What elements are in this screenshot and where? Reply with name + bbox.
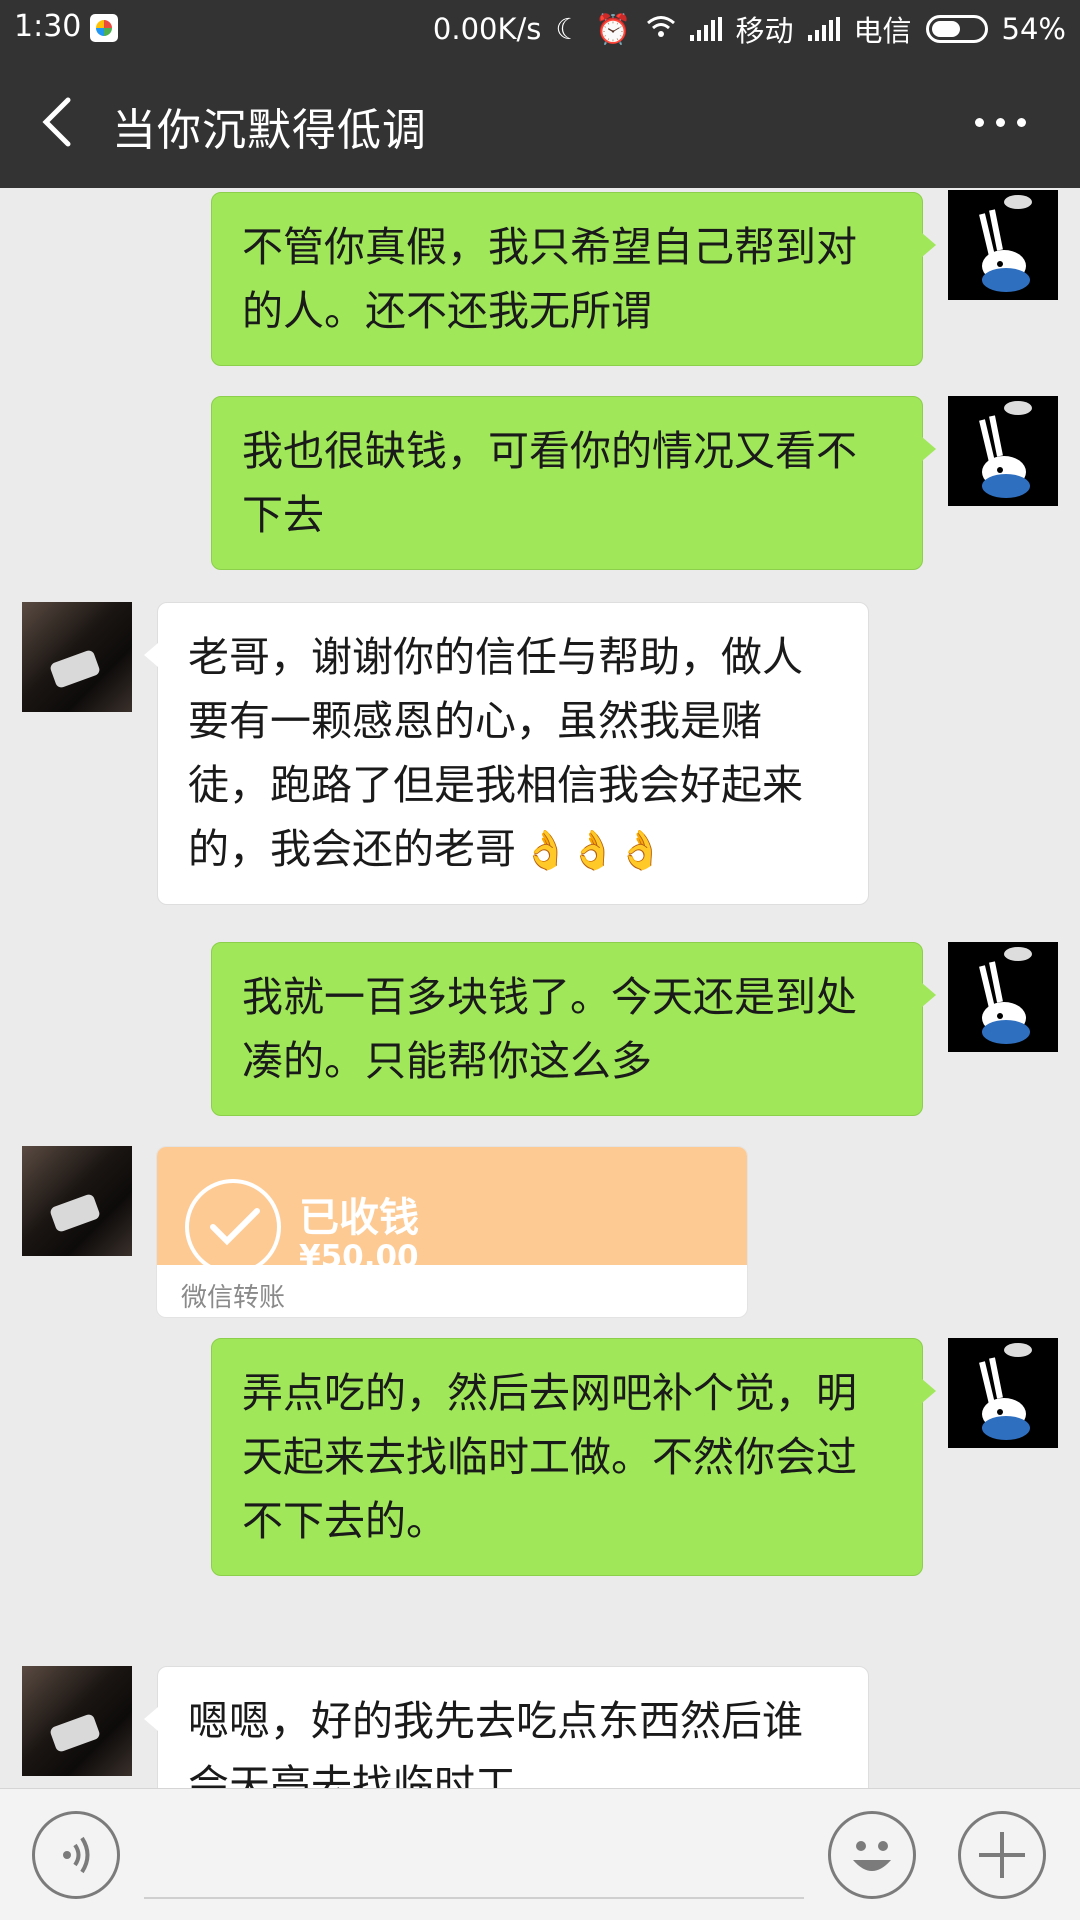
avatar-self[interactable]: [948, 1338, 1058, 1448]
chat-title: 当你沉默得低调: [112, 105, 427, 156]
message-text: 老哥，谢谢你的信任与帮助，做人要有一颗感恩的心，虽然我是赌徒，跑路了但是我相信我…: [188, 633, 803, 873]
check-icon: [185, 1179, 281, 1275]
transfer-label: 微信转账: [181, 1283, 286, 1313]
status-time: 1:30: [14, 9, 82, 44]
voice-icon[interactable]: [32, 1811, 120, 1899]
battery-level: 54%: [1001, 12, 1066, 46]
avatar-self[interactable]: [948, 942, 1058, 1052]
input-bar: [0, 1788, 1080, 1920]
message-outgoing[interactable]: 弄点吃的，然后去网吧补个觉，明天起来去找临时工做。不然你会过不下去的。: [211, 1338, 936, 1576]
message-outgoing[interactable]: 不管你真假，我只希望自己帮到对的人。还不还我无所谓: [211, 192, 936, 366]
emoji-icon[interactable]: [828, 1811, 916, 1899]
message-incoming[interactable]: 老哥，谢谢你的信任与帮助，做人要有一颗感恩的心，虽然我是赌徒，跑路了但是我相信我…: [144, 602, 869, 905]
message-outgoing[interactable]: 我也很缺钱，可看你的情况又看不下去: [211, 396, 936, 570]
avatar-contact[interactable]: [22, 602, 132, 712]
signal-icon-2: [807, 17, 840, 41]
avatar-self[interactable]: [948, 396, 1058, 506]
ok-hand-emoji-icon: 👌👌👌: [522, 828, 664, 872]
transfer-amount: ¥50.00: [299, 1239, 419, 1275]
message-outgoing[interactable]: 我就一百多块钱了。今天还是到处凑的。只能帮你这么多: [211, 942, 936, 1116]
more-dots-icon[interactable]: [975, 118, 1026, 127]
plus-icon[interactable]: [958, 1811, 1046, 1899]
message-list[interactable]: 不管你真假，我只希望自己帮到对的人。还不还我无所谓 我也很缺钱，可看你的情况又看…: [0, 188, 1080, 1788]
wifi-icon: [646, 12, 676, 46]
signal-icon: [689, 17, 722, 41]
chat-header: 当你沉默得低调: [0, 56, 1080, 188]
alarm-icon: ⏰: [595, 11, 632, 46]
message-incoming[interactable]: 嗯嗯，好的我先去吃点东西然后谁会天亮去找临时工: [144, 1666, 869, 1788]
moon-icon: ☾: [555, 12, 582, 46]
back-arrow-icon[interactable]: [36, 96, 80, 148]
status-right: 0.00K/s ☾ ⏰ 移动 电信 54%: [433, 8, 1066, 50]
avatar-contact[interactable]: [22, 1146, 132, 1256]
message-input[interactable]: [144, 1897, 804, 1899]
transfer-status: 已收钱: [299, 1195, 419, 1241]
carrier-1: 移动: [735, 14, 794, 48]
avatar-self[interactable]: [948, 190, 1058, 300]
app-notification-icon: [90, 14, 118, 42]
status-bar: 1:30 0.00K/s ☾ ⏰ 移动 电信 54%: [0, 0, 1080, 56]
avatar-contact[interactable]: [22, 1666, 132, 1776]
network-speed: 0.00K/s: [432, 12, 542, 46]
transfer-card[interactable]: 已收钱 ¥50.00 微信转账: [156, 1146, 748, 1318]
battery-icon: [925, 15, 988, 43]
carrier-2: 电信: [853, 14, 912, 48]
